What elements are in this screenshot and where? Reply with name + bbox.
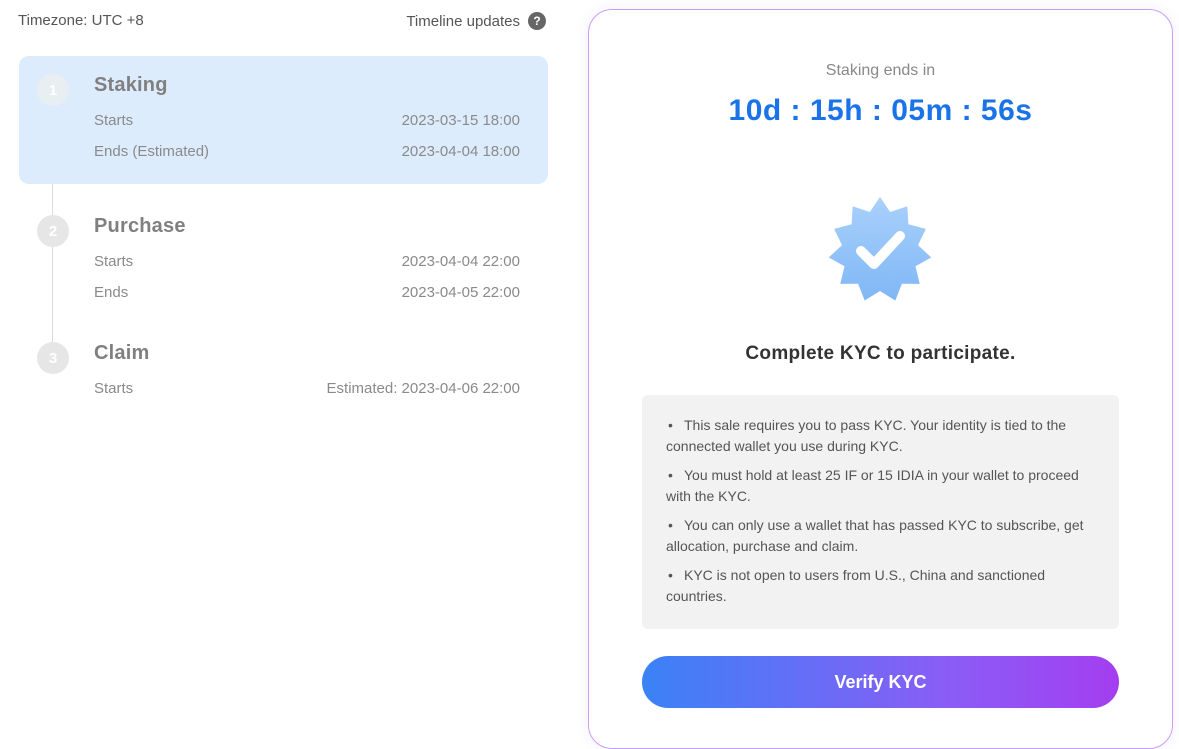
timeline-updates-label: Timeline updates [406, 12, 520, 30]
stage-title: Claim [94, 342, 150, 364]
timeline-panel: Timezone: UTC +8 Timeline updates ? 1 St… [0, 0, 560, 720]
kyc-title: Complete KYC to participate. [745, 343, 1016, 364]
row-label: Starts [94, 380, 134, 397]
row-value: 2023-04-04 22:00 [401, 253, 520, 270]
help-icon[interactable]: ? [528, 12, 546, 30]
timeline-updates-link[interactable]: Timeline updates ? [406, 12, 546, 30]
info-item: • You must hold at least 25 IF or 15 IDIA… [666, 467, 1079, 504]
info-item: • You can only use a wallet that has pass… [666, 517, 1084, 554]
row-label: Starts [94, 253, 134, 270]
stage-title: Purchase [94, 215, 186, 237]
countdown-label: Staking ends in [825, 62, 936, 79]
row-label: Ends (Estimated) [94, 143, 210, 160]
stage-staking: 1 Staking Starts 2023-03-15 18:00 Ends (… [19, 56, 548, 184]
timezone-label: Timezone: UTC +8 [18, 12, 144, 29]
stage-row: Starts 2023-04-04 22:00 [94, 253, 520, 270]
stage-number: 1 [37, 74, 69, 106]
kyc-card: Staking ends in 10d : 15h : 05m : 56s Co… [588, 9, 1173, 749]
stage-title: Staking [94, 74, 168, 96]
stage-row: Ends (Estimated) 2023-04-04 18:00 [94, 143, 520, 160]
kyc-info-box: • This sale requires you to pass KYC. You… [642, 395, 1119, 629]
row-value: Estimated: 2023-04-06 22:00 [326, 380, 520, 397]
verified-badge-icon [828, 197, 932, 301]
row-label: Ends [94, 284, 129, 301]
row-value: 2023-03-15 18:00 [401, 112, 520, 129]
row-label: Starts [94, 112, 134, 129]
stage-row: Starts 2023-03-15 18:00 [94, 112, 520, 129]
stage-purchase: 2 Purchase Starts 2023-04-04 22:00 Ends … [19, 198, 548, 318]
stage-row: Starts Estimated: 2023-04-06 22:00 [94, 380, 520, 397]
info-item: • KYC is not open to users from U.S., Chi… [666, 567, 1046, 604]
info-item: • This sale requires you to pass KYC. You… [666, 417, 1067, 454]
row-value: 2023-04-04 18:00 [401, 143, 520, 160]
stage-row: Ends 2023-04-05 22:00 [94, 284, 520, 301]
stage-number: 3 [37, 342, 69, 374]
row-value: 2023-04-05 22:00 [401, 284, 520, 301]
stage-claim: 3 Claim Starts Estimated: 2023-04-06 22:… [19, 326, 548, 406]
stage-number: 2 [37, 215, 69, 247]
verify-kyc-button[interactable]: Verify KYC [642, 656, 1119, 708]
countdown-timer: 10d : 15h : 05m : 56s [728, 94, 1033, 127]
